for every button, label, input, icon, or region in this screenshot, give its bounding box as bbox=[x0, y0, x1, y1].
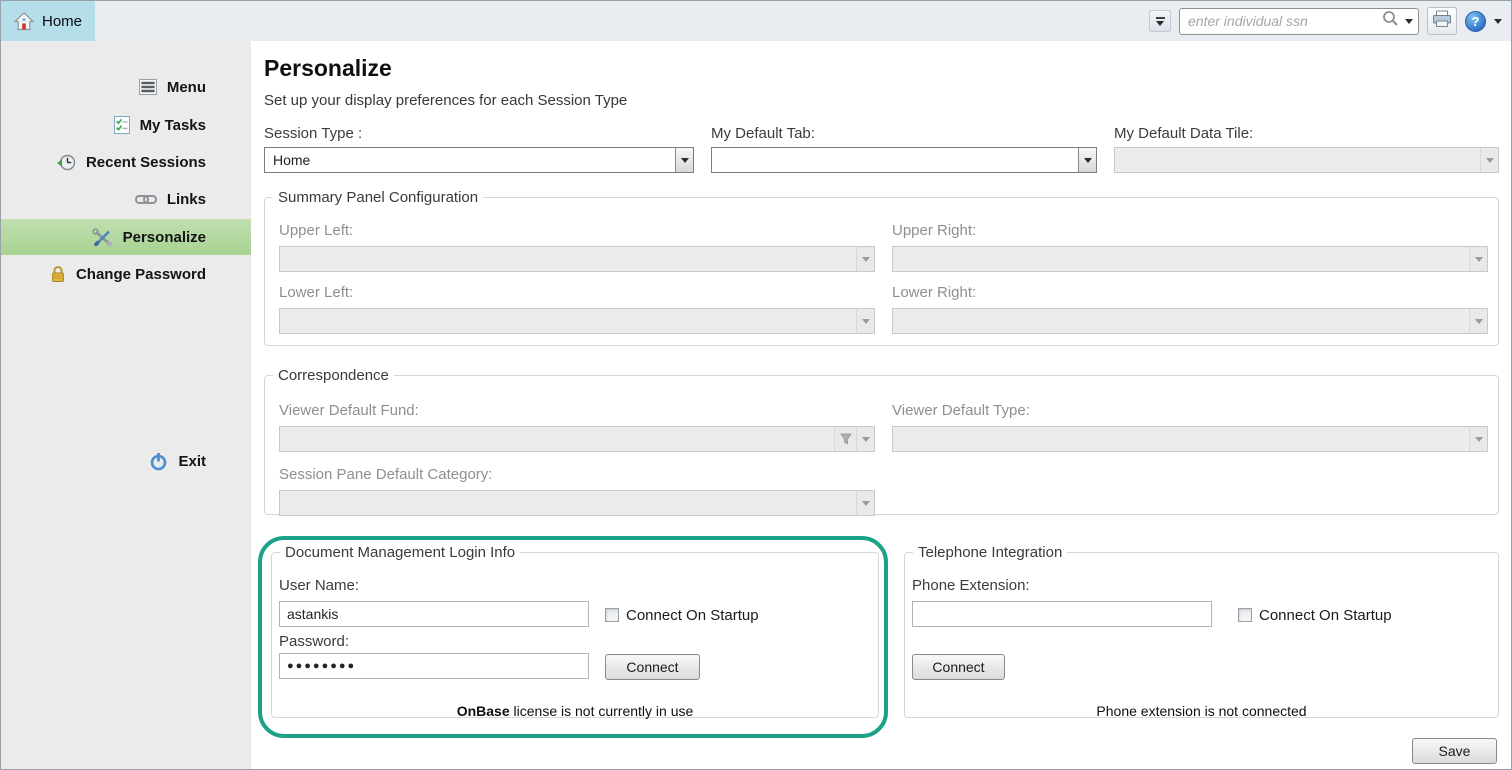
sidebar-item-links[interactable]: Links bbox=[1, 181, 251, 217]
upper-right-select bbox=[892, 246, 1488, 272]
chevron-down-icon bbox=[1469, 309, 1487, 333]
session-type-select[interactable]: Home bbox=[264, 147, 694, 173]
onbase-brand: OnBase bbox=[457, 703, 510, 719]
telephone-integration-legend: Telephone Integration bbox=[913, 544, 1067, 561]
chevron-down-icon bbox=[856, 309, 874, 333]
page-subtitle: Set up your display preferences for each… bbox=[264, 92, 627, 109]
doc-connect-on-startup-checkbox[interactable] bbox=[605, 608, 619, 622]
default-data-tile-select bbox=[1114, 147, 1499, 173]
default-tab-select[interactable] bbox=[711, 147, 1097, 173]
tab-home-label: Home bbox=[42, 13, 82, 30]
telephone-integration-group: Telephone Integration Phone Extension: C… bbox=[904, 544, 1499, 718]
password-input[interactable] bbox=[279, 653, 589, 679]
correspondence-legend: Correspondence bbox=[273, 367, 394, 384]
filter-icon bbox=[834, 427, 856, 451]
topbar-controls: ? bbox=[1149, 1, 1502, 41]
tools-icon bbox=[92, 228, 113, 247]
chevron-down-icon bbox=[856, 427, 874, 451]
sidebar-item-label: Exit bbox=[178, 453, 206, 470]
sidebar: Menu My Tasks Recent Sessions Links Pers… bbox=[1, 41, 251, 770]
power-icon bbox=[149, 452, 168, 471]
default-tab-label: My Default Tab: bbox=[711, 125, 815, 142]
session-pane-default-category-select bbox=[279, 490, 875, 516]
viewer-default-type-select bbox=[892, 426, 1488, 452]
upper-left-label: Upper Left: bbox=[279, 222, 353, 239]
help-dropdown-icon[interactable] bbox=[1494, 19, 1502, 24]
lower-right-label: Lower Right: bbox=[892, 284, 976, 301]
document-management-login-group: Document Management Login Info User Name… bbox=[271, 544, 879, 718]
chevron-down-icon bbox=[1480, 148, 1498, 172]
tab-home[interactable]: Home bbox=[1, 1, 95, 41]
phone-extension-label: Phone Extension: bbox=[912, 577, 1030, 594]
dock-arrow-icon bbox=[1156, 17, 1165, 19]
main-content: Personalize Set up your display preferen… bbox=[251, 41, 1512, 770]
phone-connect-button[interactable]: Connect bbox=[912, 654, 1005, 680]
sidebar-item-label: My Tasks bbox=[140, 117, 206, 134]
sidebar-item-my-tasks[interactable]: My Tasks bbox=[1, 107, 251, 143]
lower-left-select bbox=[279, 308, 875, 334]
chevron-down-icon bbox=[856, 491, 874, 515]
summary-panel-configuration-group: Summary Panel Configuration Upper Left: … bbox=[264, 189, 1499, 346]
search-box bbox=[1179, 8, 1419, 35]
save-button[interactable]: Save bbox=[1412, 738, 1497, 764]
document-management-legend: Document Management Login Info bbox=[280, 544, 520, 561]
summary-panel-legend: Summary Panel Configuration bbox=[273, 189, 483, 206]
recent-sessions-icon bbox=[56, 153, 76, 172]
lower-left-label: Lower Left: bbox=[279, 284, 353, 301]
default-data-tile-value bbox=[1115, 148, 1480, 172]
sidebar-item-change-password[interactable]: Change Password bbox=[1, 256, 251, 292]
viewer-default-type-label: Viewer Default Type: bbox=[892, 402, 1030, 419]
sidebar-item-menu[interactable]: Menu bbox=[1, 69, 251, 105]
tasks-icon bbox=[114, 116, 130, 134]
page-title: Personalize bbox=[264, 55, 392, 82]
default-data-tile-label: My Default Data Tile: bbox=[1114, 125, 1253, 142]
app-window: Home ? bbox=[0, 0, 1512, 770]
lower-right-select bbox=[892, 308, 1488, 334]
session-pane-default-category-label: Session Pane Default Category: bbox=[279, 466, 492, 483]
links-icon bbox=[135, 194, 157, 205]
password-label: Password: bbox=[279, 633, 349, 650]
user-name-input[interactable] bbox=[279, 601, 589, 627]
chevron-down-icon bbox=[1469, 427, 1487, 451]
phone-extension-input[interactable] bbox=[912, 601, 1212, 627]
help-icon: ? bbox=[1472, 14, 1480, 29]
default-tab-value bbox=[712, 148, 1078, 172]
viewer-default-fund-select bbox=[279, 426, 875, 452]
chevron-down-icon[interactable] bbox=[1078, 148, 1096, 172]
sidebar-item-label: Change Password bbox=[76, 266, 206, 283]
search-dropdown-icon[interactable] bbox=[1405, 19, 1413, 24]
collapse-search-button[interactable] bbox=[1149, 10, 1171, 32]
sidebar-item-personalize[interactable]: Personalize bbox=[1, 219, 251, 255]
topbar: Home ? bbox=[1, 1, 1511, 41]
correspondence-group: Correspondence Viewer Default Fund: View… bbox=[264, 367, 1499, 515]
viewer-default-fund-label: Viewer Default Fund: bbox=[279, 402, 419, 419]
upper-right-label: Upper Right: bbox=[892, 222, 976, 239]
chevron-down-icon bbox=[856, 247, 874, 271]
lock-icon bbox=[50, 265, 66, 283]
sidebar-item-recent-sessions[interactable]: Recent Sessions bbox=[1, 144, 251, 180]
home-icon bbox=[14, 12, 34, 31]
search-icon[interactable] bbox=[1382, 10, 1399, 32]
doc-connect-button[interactable]: Connect bbox=[605, 654, 700, 680]
session-type-value: Home bbox=[265, 148, 675, 172]
menu-icon bbox=[139, 79, 157, 95]
upper-left-select bbox=[279, 246, 875, 272]
phone-connect-on-startup-label: Connect On Startup bbox=[1259, 607, 1392, 624]
printer-icon bbox=[1432, 10, 1452, 33]
sidebar-item-exit[interactable]: Exit bbox=[1, 443, 251, 479]
doc-connect-on-startup-label: Connect On Startup bbox=[626, 607, 759, 624]
phone-connect-on-startup-checkbox[interactable] bbox=[1238, 608, 1252, 622]
sidebar-item-label: Recent Sessions bbox=[86, 154, 206, 171]
phone-extension-status: Phone extension is not connected bbox=[905, 703, 1498, 719]
sidebar-item-label: Personalize bbox=[123, 229, 206, 246]
onbase-license-status: OnBase license is not currently in use bbox=[272, 703, 878, 719]
sidebar-item-label: Menu bbox=[167, 79, 206, 96]
session-type-label: Session Type : bbox=[264, 125, 362, 142]
chevron-down-icon[interactable] bbox=[675, 148, 693, 172]
help-button[interactable]: ? bbox=[1465, 11, 1486, 32]
sidebar-item-label: Links bbox=[167, 191, 206, 208]
print-button[interactable] bbox=[1427, 7, 1457, 35]
chevron-down-icon bbox=[1469, 247, 1487, 271]
user-name-label: User Name: bbox=[279, 577, 359, 594]
